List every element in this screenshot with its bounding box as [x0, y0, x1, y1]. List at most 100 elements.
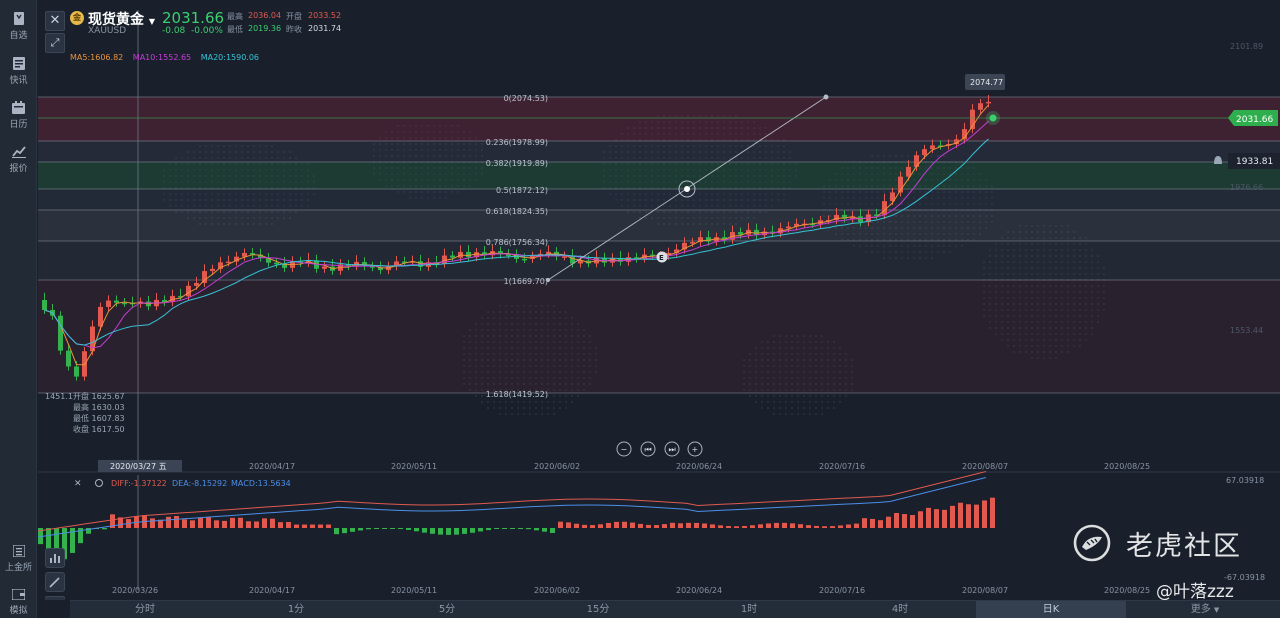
tab-1hour[interactable]: 1时: [674, 601, 824, 618]
peak-label-text: 2074.77: [970, 78, 1003, 87]
fib-level-label: 1.618(1419.52): [486, 390, 548, 399]
tab-4hour[interactable]: 4时: [825, 601, 975, 618]
map-dot: [492, 406, 496, 410]
tab-15min[interactable]: 15分: [523, 601, 673, 618]
tab-1min[interactable]: 1分: [221, 601, 371, 618]
map-dot: [558, 406, 562, 410]
map-dot: [570, 400, 574, 404]
map-dot: [552, 394, 556, 398]
candle-body: [562, 256, 567, 258]
tab-daily[interactable]: 日K: [976, 601, 1126, 618]
timeframe-bar: 分时 1分 5分 15分 1时 4时 日K 更多 ▼: [70, 600, 1280, 618]
map-dot: [534, 406, 538, 410]
macd-histogram-bar: [462, 528, 467, 534]
candle-body: [930, 145, 935, 150]
map-dot: [796, 412, 800, 416]
map-dot: [820, 412, 824, 416]
macd-histogram-bar: [822, 526, 827, 528]
tab-more[interactable]: 更多 ▼: [1140, 601, 1270, 618]
map-dot: [516, 400, 520, 404]
price-change: -0.08 -0.00%: [162, 26, 223, 36]
sidebar-item-quotes[interactable]: 报价: [0, 145, 37, 174]
map-dot: [522, 406, 526, 410]
symbol-code: XAUUSD: [88, 26, 127, 36]
scroll-start-button[interactable]: ⏮: [640, 441, 656, 457]
map-dot: [534, 412, 538, 416]
chart-area[interactable]: E − ⏮ ⏭ + ✕ 0(2074.53) 0.236(1978.99) 0.382(19…: [38, 0, 1280, 600]
map-dot: [534, 400, 538, 404]
candle-body: [738, 232, 743, 235]
gold-badge-icon: 金: [70, 11, 84, 25]
map-dot: [766, 400, 770, 404]
map-dot: [772, 412, 776, 416]
macd-value-label: MACD:13.5634: [231, 479, 291, 488]
macd-diff-label: DIFF:-1.37122: [111, 479, 167, 488]
map-dot: [814, 412, 818, 416]
tab-timeshare[interactable]: 分时: [70, 601, 220, 618]
map-dot: [570, 394, 574, 398]
map-dot: [790, 394, 794, 398]
expand-button[interactable]: ⤢: [45, 33, 65, 53]
nav-button-glyph: +: [692, 445, 699, 454]
macd-histogram-bar: [494, 528, 499, 529]
macd-histogram-bar: [438, 528, 443, 535]
macd-histogram-bar: [510, 528, 515, 529]
macd-histogram-bar: [574, 523, 579, 528]
map-dot: [760, 394, 764, 398]
sidebar-item-label: 自选: [9, 31, 28, 41]
macd-histogram-bar: [334, 528, 339, 535]
chart-type-button[interactable]: [45, 596, 65, 600]
macd-histogram-bar: [382, 528, 387, 529]
zoom-out-button[interactable]: −: [616, 441, 632, 457]
sidebar-item-calendar[interactable]: 日历: [0, 101, 37, 130]
macd-histogram-bar: [558, 521, 563, 528]
fib-level-label: 0.618(1824.35): [486, 207, 548, 216]
macd-histogram-bar: [686, 522, 691, 528]
macd-top-value: 67.03918: [1226, 476, 1264, 485]
candle-body: [986, 101, 991, 104]
scroll-end-button[interactable]: ⏭: [664, 441, 680, 457]
macd-histogram-bar: [886, 516, 891, 528]
zoom-in-button[interactable]: +: [687, 441, 703, 457]
map-dot: [474, 394, 478, 398]
map-dot: [832, 400, 836, 404]
macd-histogram-bar: [454, 528, 459, 535]
tab-5min[interactable]: 5分: [372, 601, 522, 618]
map-dot: [528, 400, 532, 404]
macd-histogram-bar: [230, 517, 235, 528]
ma-legend: MA5:1606.82 MA10:1552.65 MA20:1590.06: [70, 53, 266, 62]
map-dot: [826, 406, 830, 410]
macd-histogram-bar: [246, 521, 251, 528]
macd-histogram-bar: [526, 528, 531, 530]
macd-histogram-bar: [262, 518, 267, 528]
macd-histogram-bar: [470, 528, 475, 533]
candle-body: [58, 315, 63, 351]
sidebar-item-news[interactable]: 快讯: [0, 57, 37, 86]
candlestick-chart[interactable]: E − ⏮ ⏭ + ✕ 0(2074.53) 0.236(1978.99) 0.382(19…: [38, 0, 1280, 600]
map-dot: [510, 400, 514, 404]
map-dot: [564, 406, 568, 410]
macd-x-axis-date: 2020/05/11: [391, 586, 437, 595]
macd-histogram-bar: [646, 524, 651, 528]
last-price-glow: [986, 111, 1000, 125]
x-axis-date: 2020/07/16: [819, 462, 865, 471]
macd-histogram-bar: [654, 525, 659, 528]
sidebar-item-demo[interactable]: 模拟: [0, 589, 37, 616]
macd-histogram-bar: [422, 528, 427, 533]
sidebar-item-watchlist[interactable]: 自选: [0, 12, 37, 41]
close-button[interactable]: ✕: [45, 11, 65, 31]
macd-histogram-bar: [878, 520, 883, 528]
macd-histogram-bar: [614, 521, 619, 528]
bar-chart-icon: [50, 554, 60, 563]
candle-body: [186, 285, 191, 297]
map-dot: [528, 412, 532, 416]
map-dot: [808, 394, 812, 398]
draw-tool-button[interactable]: [45, 572, 65, 592]
sidebar-item-sge[interactable]: 上金所: [0, 545, 37, 573]
macd-histogram-bar: [630, 522, 635, 528]
ma10-value: MA10:1552.65: [132, 53, 192, 62]
watermark-user-text: @叶落zzz: [1156, 582, 1234, 602]
indicator-tool-button[interactable]: [45, 548, 65, 568]
map-dot: [790, 412, 794, 416]
map-dot: [510, 406, 514, 410]
